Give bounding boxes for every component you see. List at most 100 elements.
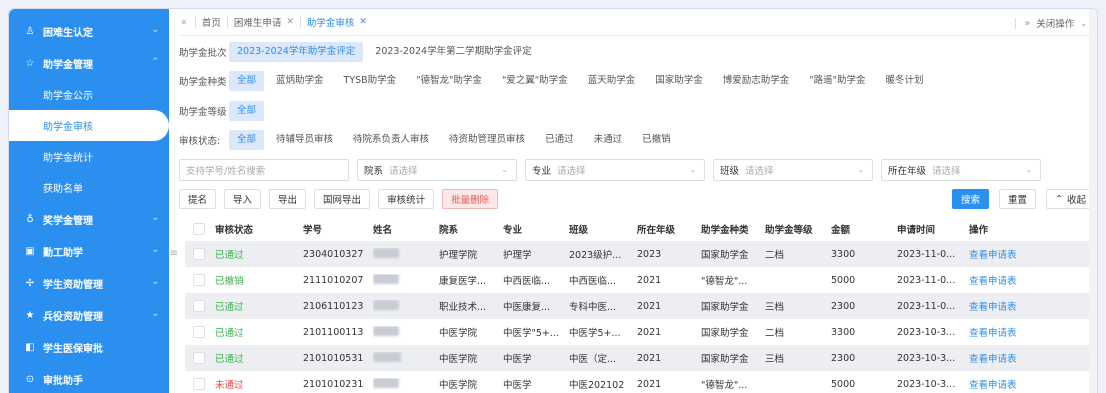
college-select[interactable]: 院系 请选择 ⌄ xyxy=(357,159,517,181)
tabs-bar: « 首页 困难生申请 ✕ 助学金审核 ✕ » 关闭操作 ⌄ xyxy=(179,9,1097,36)
filter-option[interactable]: 已通过 xyxy=(537,130,582,150)
select-all-checkbox[interactable] xyxy=(193,223,205,235)
sidebar-item-6[interactable]: ◧ 学生医保审批 xyxy=(9,331,169,363)
view-application-link[interactable]: 查看申请表 xyxy=(969,351,1021,365)
close-icon[interactable]: ✕ xyxy=(286,17,294,27)
kind-cell: "德智龙"... xyxy=(701,276,748,287)
row-checkbox[interactable] xyxy=(193,378,205,390)
view-application-link[interactable]: 查看申请表 xyxy=(969,273,1021,287)
sidebar-subitem-0[interactable]: 助学金公示 xyxy=(9,79,169,110)
sidebar-subitem-1[interactable]: 助学金审核 xyxy=(9,110,169,141)
filter-label: 助学金批次 xyxy=(179,48,227,59)
filter-option[interactable]: 博爱励志助学金 xyxy=(715,71,798,91)
sidebar-item-4[interactable]: ✢ 学生资助管理 ⌄ xyxy=(9,267,169,299)
filter-option[interactable]: 待辅导员审核 xyxy=(268,130,341,150)
class-cell: 中医学5+... xyxy=(569,328,621,339)
grid-export-button[interactable]: 国网导出 xyxy=(314,189,371,209)
level-cell: 三档 xyxy=(765,354,785,365)
filter-option[interactable]: 暖冬计划 xyxy=(877,71,931,91)
close-ops-dropdown[interactable]: 关闭操作 xyxy=(1036,16,1074,30)
export-button[interactable]: 导出 xyxy=(269,189,307,209)
view-application-link[interactable]: 查看申请表 xyxy=(969,377,1021,391)
user-icon: ♙ xyxy=(25,25,35,37)
reset-button[interactable]: 重置 xyxy=(999,189,1037,209)
filter-option[interactable]: 蓝天助学金 xyxy=(580,71,644,91)
filter-option[interactable]: 全部 xyxy=(229,71,265,91)
filter-option[interactable]: 全部 xyxy=(229,130,265,150)
tab-home[interactable]: 首页 xyxy=(194,16,227,29)
tabs-scroll-left-icon[interactable]: « xyxy=(181,17,187,28)
row-checkbox[interactable] xyxy=(193,248,205,260)
close-icon[interactable]: ✕ xyxy=(359,17,367,27)
redacted-name xyxy=(373,299,399,310)
row-checkbox[interactable] xyxy=(193,274,205,286)
filter-option[interactable]: 2023-2024学年第二学期助学金评定 xyxy=(367,42,539,62)
chevron-down-icon: ⌄ xyxy=(151,25,159,35)
view-application-link[interactable]: 查看申请表 xyxy=(969,325,1021,339)
filter-option[interactable]: 待院系负责人审核 xyxy=(345,130,437,150)
table-row: 未通过 2101010231 中医学院 中医学 中医202102 2021 "德智龙"...… xyxy=(185,371,1095,393)
filter-option[interactable]: 蓝炳助学金 xyxy=(268,71,332,91)
nominate-button[interactable]: 提名 xyxy=(179,189,217,209)
batch-delete-button[interactable]: 批量删除 xyxy=(442,189,499,209)
sidebar-item-5[interactable]: ★ 兵役资助管理 ⌄ xyxy=(9,299,169,331)
filter-option[interactable]: 未通过 xyxy=(586,130,631,150)
name-cell-redacted xyxy=(373,247,439,261)
name-cell-redacted xyxy=(373,351,439,365)
grade-cell: 2021 xyxy=(637,274,662,286)
sidebar-item-1[interactable]: ☆ 助学金管理 ⌃ xyxy=(9,47,169,79)
sidebar-item-0[interactable]: ♙ 困难生认定 ⌄ xyxy=(9,15,169,47)
row-checkbox[interactable] xyxy=(193,300,205,312)
column-header: 学号 xyxy=(303,225,323,236)
major-cell: 护理学 xyxy=(503,250,532,261)
row-checkbox-cell xyxy=(185,300,215,312)
row-checkbox[interactable] xyxy=(193,326,205,338)
filter-option[interactable]: 待资助管理员审核 xyxy=(441,130,533,150)
tab-hardship-apply[interactable]: 困难生申请 ✕ xyxy=(226,16,300,29)
sidebar-item-label: 勤工助学 xyxy=(43,247,83,259)
sidebar-item-label: 学生医保审批 xyxy=(43,343,103,355)
import-button[interactable]: 导入 xyxy=(224,189,262,209)
major-select[interactable]: 专业 请选择 ⌄ xyxy=(525,159,705,181)
view-application-link[interactable]: 查看申请表 xyxy=(969,299,1021,313)
redacted-name xyxy=(373,273,399,284)
search-row: 支持学号/姓名搜索 院系 请选择 ⌄ 专业 请选择 ⌄ 班级 请选择 ⌄ 所在年级 请选择 ⌄ xyxy=(179,159,1049,181)
time-cell: 2023-11-0... xyxy=(897,300,956,312)
grade-cell: 2021 xyxy=(637,352,662,364)
filter-option[interactable]: 2023-2024学年助学金评定 xyxy=(229,42,364,62)
sidebar-collapse-handle-icon[interactable]: ≡ xyxy=(169,247,179,261)
sidebar-subitem-3[interactable]: 获助名单 xyxy=(9,172,169,203)
filter-option[interactable]: TYSB助学金 xyxy=(336,71,405,91)
tabs-scroll-right-icon[interactable]: » xyxy=(1015,17,1030,29)
grade-select[interactable]: 所在年级 请选择 ⌄ xyxy=(881,159,1041,181)
sidebar-item-3[interactable]: ▣ 勤工助学 ⌄ xyxy=(9,235,169,267)
insurance-icon: ◧ xyxy=(25,341,35,353)
assistant-icon: ⊙ xyxy=(25,373,35,385)
row-checkbox[interactable] xyxy=(193,352,205,364)
filter-option[interactable]: "德智龙"助学金 xyxy=(408,71,490,91)
award-icon: ♁ xyxy=(26,213,34,225)
filter-option[interactable]: 国家助学金 xyxy=(647,71,711,91)
filter-option[interactable]: 已撤销 xyxy=(634,130,679,150)
review-stats-button[interactable]: 审核统计 xyxy=(378,189,435,209)
filter-option[interactable]: "路遥"助学金 xyxy=(801,71,873,91)
keyword-search-input[interactable]: 支持学号/姓名搜索 xyxy=(179,159,349,181)
tab-grant-review[interactable]: 助学金审核 ✕ xyxy=(299,16,373,29)
filter-option[interactable]: "爱之翼"助学金 xyxy=(494,71,576,91)
star-icon: ☆ xyxy=(25,57,35,69)
status-cell: 已通过 xyxy=(215,302,244,313)
filter-option[interactable]: 全部 xyxy=(229,101,265,121)
collapse-button[interactable]: ⌃ 收起 xyxy=(1046,189,1095,209)
view-application-link[interactable]: 查看申请表 xyxy=(969,247,1021,261)
search-button[interactable]: 搜索 xyxy=(951,189,989,209)
scrollbar[interactable] xyxy=(1089,9,1097,393)
sidebar-item-2[interactable]: ♁ 奖学金管理 ⌄ xyxy=(9,203,169,235)
filter-label: 助学金种类 xyxy=(179,77,227,88)
sidebar-subitem-2[interactable]: 助学金统计 xyxy=(9,141,169,172)
class-cell: 中医202102 xyxy=(569,380,625,391)
sidebar-item-7[interactable]: ⊙ 审批助手 xyxy=(9,363,169,393)
name-cell-redacted xyxy=(373,299,439,313)
status-cell: 已撤销 xyxy=(215,276,244,287)
class-select[interactable]: 班级 请选择 ⌄ xyxy=(713,159,873,181)
major-cell: 中医学 xyxy=(503,354,532,365)
